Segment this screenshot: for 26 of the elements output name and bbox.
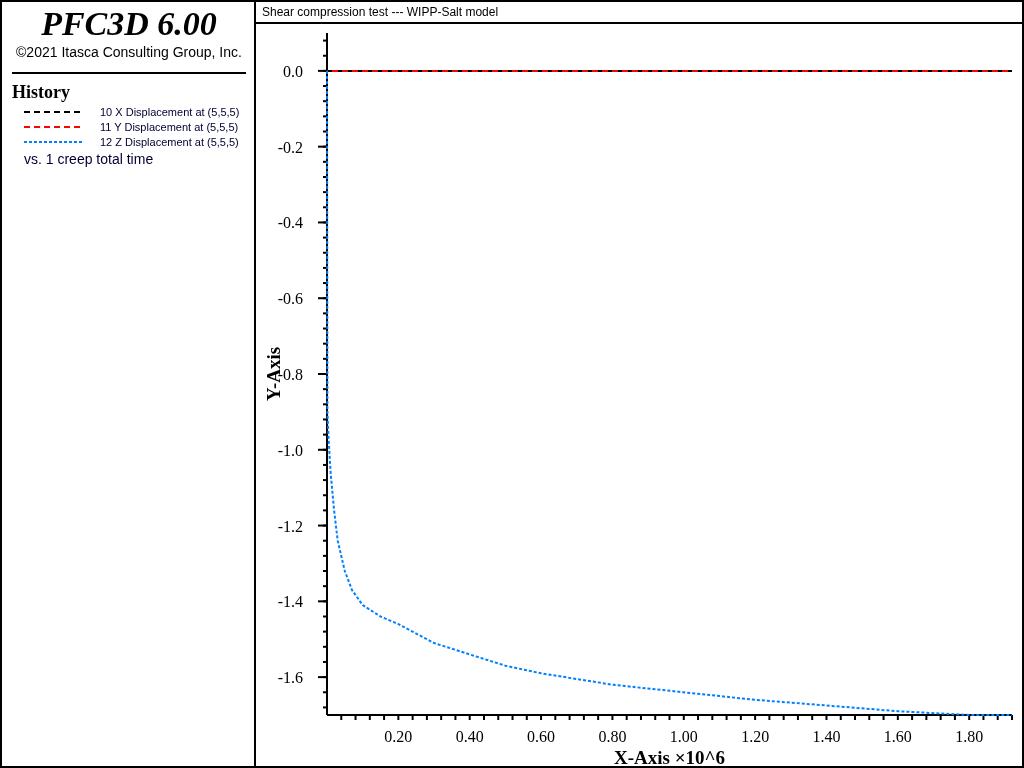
axis-tick-label: -1.6 — [277, 669, 303, 687]
legend-label: 12 Z Displacement at (5,5,5) — [100, 135, 239, 148]
copyright-text: ©2021 Itasca Consulting Group, Inc. — [15, 44, 243, 60]
plot-title: Shear compression test --- WIPP-Salt model — [262, 5, 499, 19]
axis-tick-label: 0.40 — [455, 728, 484, 745]
axis-tick-label: -0.2 — [277, 138, 303, 156]
product-title: PFC3D 6.00 — [40, 6, 218, 42]
history-heading: History — [12, 82, 71, 102]
axis-tick-label: 1.60 — [883, 728, 912, 745]
axis-tick-label: 0.20 — [384, 728, 413, 745]
axis-tick-label: 0.80 — [598, 728, 627, 745]
axis-tick-label: 1.40 — [812, 728, 841, 745]
axis-tick-label: 0.0 — [283, 62, 303, 80]
axis-tick-label: 1.80 — [955, 728, 984, 745]
axis-tick-label: -0.4 — [277, 214, 303, 232]
axis-tick-label: 0.60 — [527, 728, 556, 745]
axis-tick-label: -1.4 — [277, 593, 303, 611]
legend-label: 11 Y Displacement at (5,5,5) — [100, 120, 239, 133]
axis-tick-label: 1.00 — [669, 728, 698, 745]
x-axis-title: X-Axis ×10^6 — [613, 747, 726, 766]
axis-tick-label: -1.2 — [277, 517, 303, 535]
axis-tick-label: -0.6 — [277, 290, 303, 308]
axis-tick-label: 1.20 — [741, 728, 770, 745]
axis-tick-label: -1.0 — [277, 441, 303, 459]
versus-text: vs. 1 creep total time — [23, 151, 155, 167]
legend-label: 10 X Displacement at (5,5,5) — [100, 105, 240, 118]
